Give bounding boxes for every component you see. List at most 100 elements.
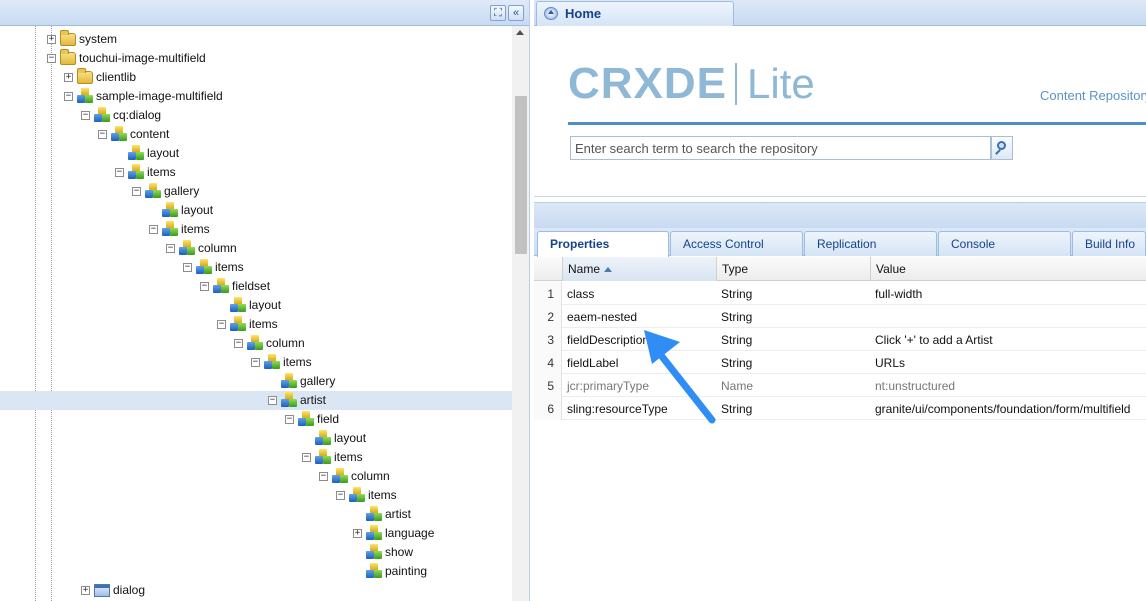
property-type-cell[interactable]: String xyxy=(716,328,870,351)
repository-tree-panel: ⛶ « + system − touchui-image-multifield + cli… xyxy=(0,0,530,601)
property-type-cell[interactable]: String xyxy=(716,305,870,328)
property-value-cell[interactable]: Click '+' to add a Artist xyxy=(870,328,1146,351)
collapse-toggle-icon[interactable]: − xyxy=(319,472,328,481)
panel-splitter-bar[interactable] xyxy=(534,202,1146,228)
tab-access-control[interactable]: Access Control xyxy=(670,231,803,256)
search-button[interactable] xyxy=(991,136,1013,160)
collapse-toggle-icon[interactable]: − xyxy=(47,54,56,63)
tab-properties[interactable]: Properties xyxy=(537,231,669,257)
tree-node[interactable]: + clientlib xyxy=(0,68,512,87)
tree-node-label: language xyxy=(385,526,435,540)
tree-node[interactable]: − items xyxy=(0,486,512,505)
collapse-toggle-icon[interactable]: − xyxy=(268,396,277,405)
collapse-toggle-icon[interactable]: − xyxy=(336,491,345,500)
tree-node[interactable]: − content xyxy=(0,125,512,144)
tree-node[interactable]: − items xyxy=(0,315,512,334)
property-type-cell[interactable]: String xyxy=(716,397,870,420)
binoculars-icon[interactable]: ⛶ xyxy=(490,5,506,21)
tree-node[interactable]: gallery xyxy=(0,372,512,391)
collapse-toggle-icon[interactable]: − xyxy=(115,168,124,177)
tree-node[interactable]: − field xyxy=(0,410,512,429)
property-name-cell[interactable]: fieldLabel xyxy=(562,351,716,374)
tree-node[interactable]: − sample-image-multifield xyxy=(0,87,512,106)
tab-console[interactable]: Console xyxy=(938,231,1071,256)
collapse-toggle-icon[interactable]: − xyxy=(132,187,141,196)
tree-node[interactable]: − artist xyxy=(0,391,512,410)
collapse-toggle-icon[interactable]: − xyxy=(183,263,192,272)
collapse-toggle-icon[interactable]: − xyxy=(251,358,260,367)
property-type-cell[interactable]: String xyxy=(716,351,870,374)
property-name-cell[interactable]: jcr:primaryType xyxy=(562,374,716,397)
expand-toggle-icon[interactable]: + xyxy=(64,73,73,82)
table-row[interactable]: 4 fieldLabel String URLs xyxy=(534,351,1146,374)
property-value-cell[interactable]: URLs xyxy=(870,351,1146,374)
tree-node[interactable]: − items xyxy=(0,220,512,239)
property-type-cell[interactable]: Name xyxy=(716,374,870,397)
tree-node[interactable]: − gallery xyxy=(0,182,512,201)
collapse-toggle-icon[interactable]: − xyxy=(285,415,294,424)
tree-node[interactable]: − fieldset xyxy=(0,277,512,296)
property-name-cell[interactable]: fieldDescription xyxy=(562,328,716,351)
expand-toggle-icon[interactable]: + xyxy=(47,35,56,44)
tree-node[interactable]: show xyxy=(0,543,512,562)
collapse-toggle-icon[interactable]: − xyxy=(200,282,209,291)
tree-node[interactable]: − items xyxy=(0,448,512,467)
table-row[interactable]: 6 sling:resourceType String granite/ui/comp… xyxy=(534,397,1146,420)
node-icon-cube xyxy=(179,247,187,255)
property-value-cell[interactable]: nt:unstructured xyxy=(870,374,1146,397)
table-row[interactable]: 2 eaem-nested String xyxy=(534,305,1146,328)
table-row[interactable]: 3 fieldDescription String Click '+' to add … xyxy=(534,328,1146,351)
tree-node[interactable]: artist xyxy=(0,505,512,524)
property-name-cell[interactable]: class xyxy=(562,282,716,305)
tree-node[interactable]: + system xyxy=(0,30,512,49)
tree-node[interactable]: layout xyxy=(0,296,512,315)
column-header-type[interactable]: Type xyxy=(716,257,870,281)
crxde-lite-logo: CRXDE Lite xyxy=(568,61,815,107)
tree-node[interactable]: layout xyxy=(0,429,512,448)
collapse-toggle-icon[interactable]: − xyxy=(166,244,175,253)
tree-node[interactable]: − cq:dialog xyxy=(0,106,512,125)
property-value-cell[interactable]: full-width xyxy=(870,282,1146,305)
tree-node-label: items xyxy=(283,355,312,369)
property-value-cell[interactable]: granite/ui/components/foundation/form/mu… xyxy=(870,397,1146,420)
tree-node[interactable]: + language xyxy=(0,524,512,543)
node-icon-cube xyxy=(272,361,280,369)
tree-node[interactable]: − touchui-image-multifield xyxy=(0,49,512,68)
collapse-toggle-icon[interactable]: − xyxy=(234,339,243,348)
table-row[interactable]: 5 jcr:primaryType Name nt:unstructured xyxy=(534,374,1146,397)
scroll-thumb[interactable] xyxy=(515,96,527,254)
tab-build-info[interactable]: Build Info xyxy=(1072,231,1146,256)
table-row[interactable]: 1 class String full-width xyxy=(534,282,1146,305)
tree-node[interactable]: − items xyxy=(0,353,512,372)
property-value-cell[interactable] xyxy=(870,305,1146,328)
expand-toggle-icon[interactable]: + xyxy=(353,529,362,538)
property-name-cell[interactable]: eaem-nested xyxy=(562,305,716,328)
tree-node[interactable]: + dialog xyxy=(0,581,512,600)
expand-toggle-icon[interactable]: + xyxy=(81,586,90,595)
tree-node[interactable]: layout xyxy=(0,201,512,220)
tab-replication[interactable]: Replication xyxy=(804,231,937,256)
collapse-toggle-icon[interactable]: − xyxy=(302,453,311,462)
tab-home[interactable]: Home xyxy=(536,1,734,26)
collapse-toggle-icon[interactable]: − xyxy=(98,130,107,139)
collapse-toggle-icon[interactable]: − xyxy=(149,225,158,234)
collapse-toggle-icon[interactable]: − xyxy=(81,111,90,120)
repository-search-input[interactable] xyxy=(570,136,991,160)
property-type-cell[interactable]: String xyxy=(716,282,870,305)
tree-node[interactable]: layout xyxy=(0,144,512,163)
property-name-cell[interactable]: sling:resourceType xyxy=(562,397,716,420)
tree-node[interactable]: − items xyxy=(0,258,512,277)
column-header-value[interactable]: Value xyxy=(870,257,1146,281)
collapse-left-icon[interactable]: « xyxy=(508,5,524,21)
tree-scrollbar[interactable] xyxy=(512,26,529,601)
tree-node[interactable]: − column xyxy=(0,239,512,258)
collapse-toggle-icon[interactable]: − xyxy=(217,320,226,329)
tree-node[interactable]: − column xyxy=(0,467,512,486)
node-icon-cube xyxy=(94,114,102,122)
column-header-name[interactable]: Name xyxy=(562,257,716,281)
tree-node[interactable]: painting xyxy=(0,562,512,581)
tree-node[interactable]: − items xyxy=(0,163,512,182)
collapse-toggle-icon[interactable]: − xyxy=(64,92,73,101)
scroll-up-arrow-icon[interactable] xyxy=(516,30,524,35)
tree-node[interactable]: − column xyxy=(0,334,512,353)
